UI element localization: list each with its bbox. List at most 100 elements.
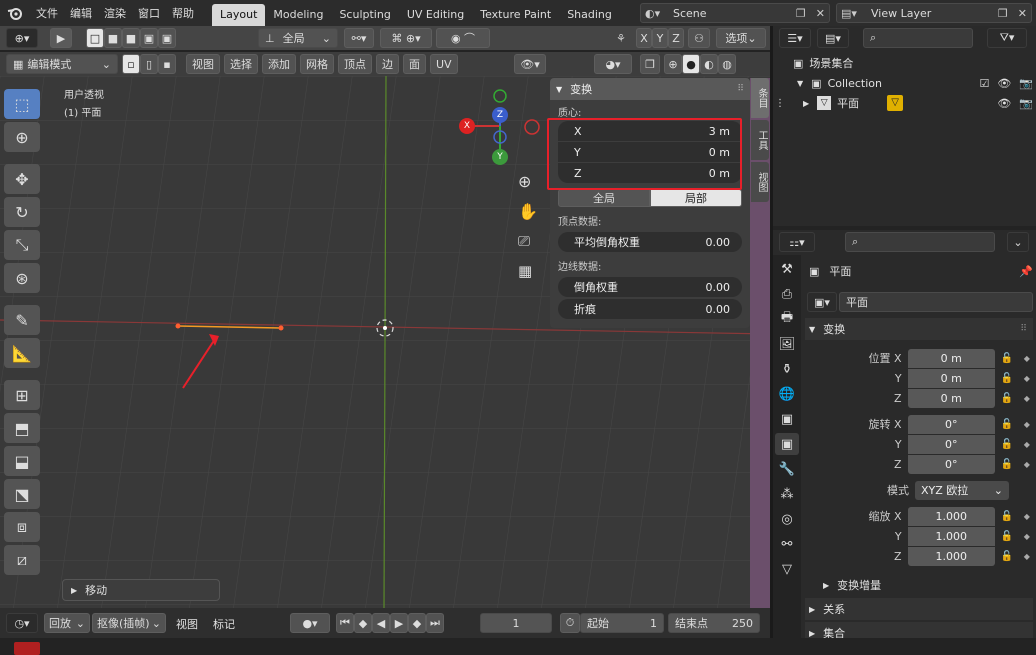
measure-icon[interactable]: 📐 — [4, 338, 40, 368]
object-properties-icon[interactable]: ▣ — [775, 433, 799, 455]
lock-icon[interactable]: 🔓 — [1001, 353, 1016, 364]
move-icon[interactable]: ✥ — [4, 164, 40, 194]
keyframe-dot-icon[interactable]: ◆ — [1024, 440, 1033, 449]
transform-panel-header[interactable]: ▼ 变换 ⠿ — [550, 78, 750, 100]
lock-icon[interactable]: 🔓 — [1001, 551, 1016, 562]
add-cube-icon[interactable]: ⊞ — [4, 380, 40, 410]
copy-icon[interactable]: ❐ — [998, 7, 1008, 20]
select-subtract-icon[interactable]: ■ — [122, 28, 140, 48]
navigation-gizmo[interactable]: X Z Y — [455, 86, 545, 166]
scale-x-field[interactable]: 1.000 — [907, 506, 995, 526]
pan-hand-icon[interactable]: ✋ — [518, 202, 538, 221]
lock-icon[interactable]: 🔓 — [1001, 393, 1016, 404]
rotation-z-field[interactable]: 0° — [907, 454, 995, 474]
select-new-icon[interactable]: □ — [86, 28, 104, 48]
prev-keyframe-icon[interactable]: ◆ — [354, 613, 372, 633]
menu-vertex[interactable]: 顶点 — [338, 54, 372, 74]
menu-select[interactable]: 选择 — [224, 54, 258, 74]
menu-window[interactable]: 窗口 — [132, 5, 166, 21]
modifier-wrench-icon[interactable]: 🔧 — [775, 458, 799, 480]
scene-icon[interactable]: ⚱ — [775, 358, 799, 380]
render-camera-icon[interactable]: 📷 — [1019, 97, 1033, 110]
properties-search-input[interactable]: ⌕ — [845, 232, 995, 252]
render-camera-icon[interactable]: 📷 — [1019, 77, 1033, 90]
mirror-x-button[interactable]: X — [636, 28, 652, 48]
location-x-field[interactable]: 0 m — [907, 348, 995, 368]
face-select-icon[interactable]: ▪ — [158, 54, 176, 74]
collection-row[interactable]: ▼ ▣ Collection ☑ 👁 📷 — [797, 74, 1033, 92]
tab-uv-editing[interactable]: UV Editing — [399, 4, 472, 26]
pivot-point-button[interactable]: ⚯▾ — [344, 28, 374, 48]
output-icon[interactable]: 🖶 — [775, 308, 799, 330]
menu-edit[interactable]: 编辑 — [64, 5, 98, 21]
eye-icon[interactable]: 👁 — [997, 97, 1011, 110]
lock-icon[interactable]: 🔓 — [1001, 531, 1016, 542]
mirror-topology-icon[interactable]: ⚇ — [688, 28, 710, 48]
material-icon[interactable]: ◐ — [700, 54, 718, 74]
object-type-dropdown[interactable]: ▣▾ — [807, 292, 837, 312]
start-frame-field[interactable]: 起始 1 — [580, 613, 664, 633]
gizmo-x-axis[interactable]: X — [459, 118, 475, 134]
mode-dropdown[interactable]: ▦ 编辑模式 ⌄ — [6, 54, 118, 74]
gizmo-z-axis[interactable]: Z — [492, 107, 508, 123]
edge-bevel-weight-field[interactable]: 倒角权重 0.00 — [558, 277, 742, 297]
local-button[interactable]: 局部 — [650, 189, 742, 207]
object-data-icon[interactable]: ▽ — [775, 558, 799, 580]
location-z-field[interactable]: 0 m — [907, 388, 995, 408]
view-layer-selector[interactable]: ▤▾ View Layer ❐ ✕ — [836, 3, 1032, 23]
lock-icon[interactable]: 🔓 — [1001, 511, 1016, 522]
vertex-bevel-weight-field[interactable]: 平均倒角权重 0.00 — [558, 232, 742, 252]
options-dropdown[interactable]: 选项 ⌄ — [716, 28, 766, 48]
menu-mesh[interactable]: 网格 — [300, 54, 334, 74]
scene-selector[interactable]: ◐▾ Scene ❐ ✕ — [640, 3, 830, 23]
drag-handle-icon[interactable]: ⠿ — [737, 84, 744, 94]
select-extend-icon[interactable]: ■ — [104, 28, 122, 48]
timeline-marker-menu[interactable]: 标记 — [213, 616, 235, 632]
eye-icon[interactable]: 👁 — [997, 77, 1011, 90]
outliner-editor-type[interactable]: ☰▾ — [779, 28, 811, 48]
tool-settings-icon[interactable]: ⚒ — [775, 258, 799, 280]
scene-collection-row[interactable]: ▣ 场景集合 — [793, 54, 853, 72]
end-frame-field[interactable]: 结束点 250 — [668, 613, 760, 633]
mirror-y-button[interactable]: Y — [652, 28, 668, 48]
chevron-down-icon[interactable]: ⌄ — [1007, 232, 1029, 252]
extrude-icon[interactable]: ⬒ — [4, 413, 40, 443]
rotation-y-field[interactable]: 0° — [907, 434, 995, 454]
last-operation-panel[interactable]: ▶ 移动 — [62, 579, 220, 601]
select-box-icon[interactable]: ⬚ — [4, 89, 40, 119]
select-tool-icon[interactable]: ▶ — [50, 28, 72, 48]
zoom-icon[interactable]: ⊕ — [518, 172, 531, 191]
transform-icon[interactable]: ⊛ — [4, 263, 40, 293]
solid-icon[interactable]: ● — [682, 54, 700, 74]
object-name-field[interactable]: 平面 — [839, 292, 1033, 312]
menu-uv[interactable]: UV — [430, 54, 458, 74]
menu-edge[interactable]: 边 — [376, 54, 399, 74]
menu-render[interactable]: 渲染 — [98, 5, 132, 21]
tab-shading[interactable]: Shading — [559, 4, 620, 26]
delta-transform-header[interactable]: ▶ 变换增量 — [805, 574, 1033, 596]
constraints-icon[interactable]: ⚯ — [775, 533, 799, 555]
menu-help[interactable]: 帮助 — [166, 5, 200, 21]
menu-file[interactable]: 文件 — [30, 5, 64, 21]
collection-icon[interactable]: ▣ — [775, 408, 799, 430]
median-y-field[interactable]: Y 0 m — [558, 142, 742, 162]
lock-icon[interactable]: 🔓 — [1001, 439, 1016, 450]
select-intersect-icon[interactable]: ▣ — [158, 28, 176, 48]
keyframe-dot-icon[interactable]: ◆ — [1024, 460, 1033, 469]
relations-section-header[interactable]: ▶ 关系 — [805, 598, 1033, 620]
perspective-grid-icon[interactable]: ▦ — [518, 262, 532, 280]
tab-view[interactable]: 视图 — [751, 162, 769, 202]
display-mode-button[interactable]: ▤▾ — [817, 28, 849, 48]
crease-field[interactable]: 折痕 0.00 — [558, 299, 742, 319]
view-layer-icon[interactable]: 🖼 — [775, 333, 799, 355]
bevel-icon[interactable]: ⬔ — [4, 479, 40, 509]
median-z-field[interactable]: Z 0 m — [558, 163, 742, 183]
scale-y-field[interactable]: 1.000 — [907, 526, 995, 546]
keyframe-dot-icon[interactable]: ◆ — [1024, 374, 1033, 383]
copy-icon[interactable]: ❐ — [796, 7, 806, 20]
mesh-data-icon[interactable]: ▽ — [887, 95, 904, 111]
tab-sculpting[interactable]: Sculpting — [331, 4, 398, 26]
world-icon[interactable]: 🌐 — [775, 383, 799, 405]
editor-type-button[interactable]: ⊕▾ — [6, 28, 38, 48]
outliner-search-input[interactable]: ⌕ — [863, 28, 973, 48]
